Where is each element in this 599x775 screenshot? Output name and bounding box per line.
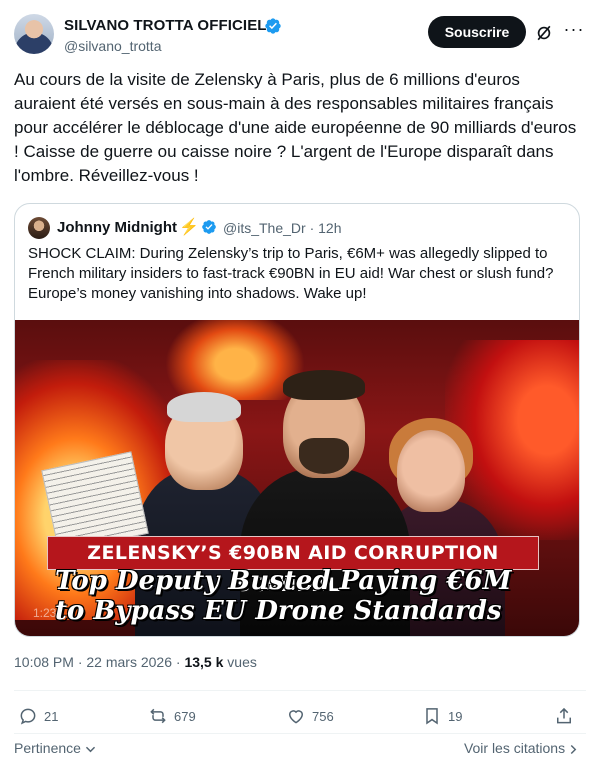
timestamp-separator: · bbox=[175, 654, 181, 670]
like-count: 756 bbox=[312, 708, 334, 724]
view-quotes-label: Voir les citations bbox=[463, 740, 566, 756]
relevance-dropdown[interactable]: Pertinence bbox=[14, 740, 96, 756]
view-quotes-link[interactable]: Voir les citations bbox=[464, 740, 578, 756]
chevron-right-icon bbox=[570, 744, 577, 754]
quoted-handle: @its_The_Dr bbox=[223, 220, 306, 236]
views-label: vues bbox=[227, 654, 257, 670]
post-header: SILVANO TROTTA OFFICIEL @silvano_trotta … bbox=[14, 14, 586, 58]
divider bbox=[14, 690, 586, 691]
post-footer: Pertinence Voir les citations bbox=[14, 738, 586, 760]
media-headline: Top Deputy Busted Paying €6M to Bypass E… bbox=[55, 566, 575, 626]
timestamp-separator: · bbox=[77, 654, 83, 670]
figure-left-hair bbox=[167, 392, 241, 422]
relevance-label: Pertinence bbox=[14, 740, 81, 756]
author-handle[interactable]: @silvano_trotta bbox=[64, 38, 161, 54]
author-name[interactable]: SILVANO TROTTA OFFICIEL bbox=[64, 17, 267, 34]
like-button[interactable]: 756 bbox=[286, 704, 334, 728]
post-timestamp: 10:08 PM · 22 mars 2026 · 13,5 k vues bbox=[14, 654, 257, 670]
chevron-down-icon bbox=[85, 746, 95, 753]
heart-icon bbox=[288, 710, 304, 724]
figure-right-head bbox=[397, 430, 465, 512]
lightning-emoji-icon: ⚡ bbox=[179, 219, 199, 236]
quoted-media-image[interactable]: ZELENSKY’S €90BN AID CORRUPTION SCANDAL!… bbox=[15, 320, 579, 636]
quoted-separator: · bbox=[309, 220, 315, 236]
quoted-age: 12h bbox=[318, 220, 342, 236]
repost-count: 679 bbox=[174, 708, 196, 724]
media-headline-line: to Bypass EU Drone Standards bbox=[55, 596, 502, 626]
bookmark-button[interactable]: 19 bbox=[422, 704, 462, 728]
subscribe-button[interactable]: Souscrire bbox=[428, 16, 526, 48]
reply-count: 21 bbox=[44, 708, 59, 724]
share-button[interactable] bbox=[554, 704, 580, 728]
repost-icon bbox=[150, 708, 166, 724]
video-timer: 1:23 bbox=[33, 606, 57, 620]
share-icon bbox=[557, 707, 571, 724]
figure-center-hair bbox=[283, 370, 365, 400]
media-banner: ZELENSKY’S €90BN AID CORRUPTION SCANDAL! bbox=[47, 536, 539, 596]
post-time[interactable]: 10:08 PM bbox=[14, 654, 74, 670]
repost-button[interactable]: 679 bbox=[148, 704, 196, 728]
grok-icon[interactable] bbox=[534, 23, 554, 43]
reply-icon bbox=[20, 708, 36, 725]
bookmark-icon bbox=[426, 708, 438, 725]
quoted-author-avatar bbox=[28, 217, 50, 239]
divider bbox=[14, 733, 586, 734]
post-text: Au cours de la visite de Zelensky à Pari… bbox=[14, 70, 577, 185]
author-avatar[interactable] bbox=[14, 14, 54, 54]
bookmark-count: 19 bbox=[448, 708, 463, 724]
quoted-post[interactable]: Johnny Midnight ⚡ @its_The_Dr · 12h SHOC… bbox=[14, 203, 580, 637]
verified-badge-icon bbox=[265, 18, 281, 34]
quoted-text: SHOCK CLAIM: During Zelensky’s trip to P… bbox=[28, 245, 554, 302]
views-count: 13,5 k bbox=[184, 654, 224, 670]
quoted-verified-badge-icon bbox=[202, 220, 216, 234]
action-bar: 21 679 756 19 bbox=[14, 704, 586, 730]
quoted-meta: @its_The_Dr · 12h bbox=[223, 220, 342, 236]
media-headline-line: Top Deputy Busted Paying €6M bbox=[55, 566, 512, 596]
figure-center-beard bbox=[299, 438, 349, 474]
more-options-icon[interactable]: ··· bbox=[562, 20, 586, 42]
reply-button[interactable]: 21 bbox=[18, 704, 58, 728]
quoted-author-name: Johnny Midnight bbox=[57, 219, 177, 236]
post-date[interactable]: 22 mars 2026 bbox=[86, 654, 172, 670]
